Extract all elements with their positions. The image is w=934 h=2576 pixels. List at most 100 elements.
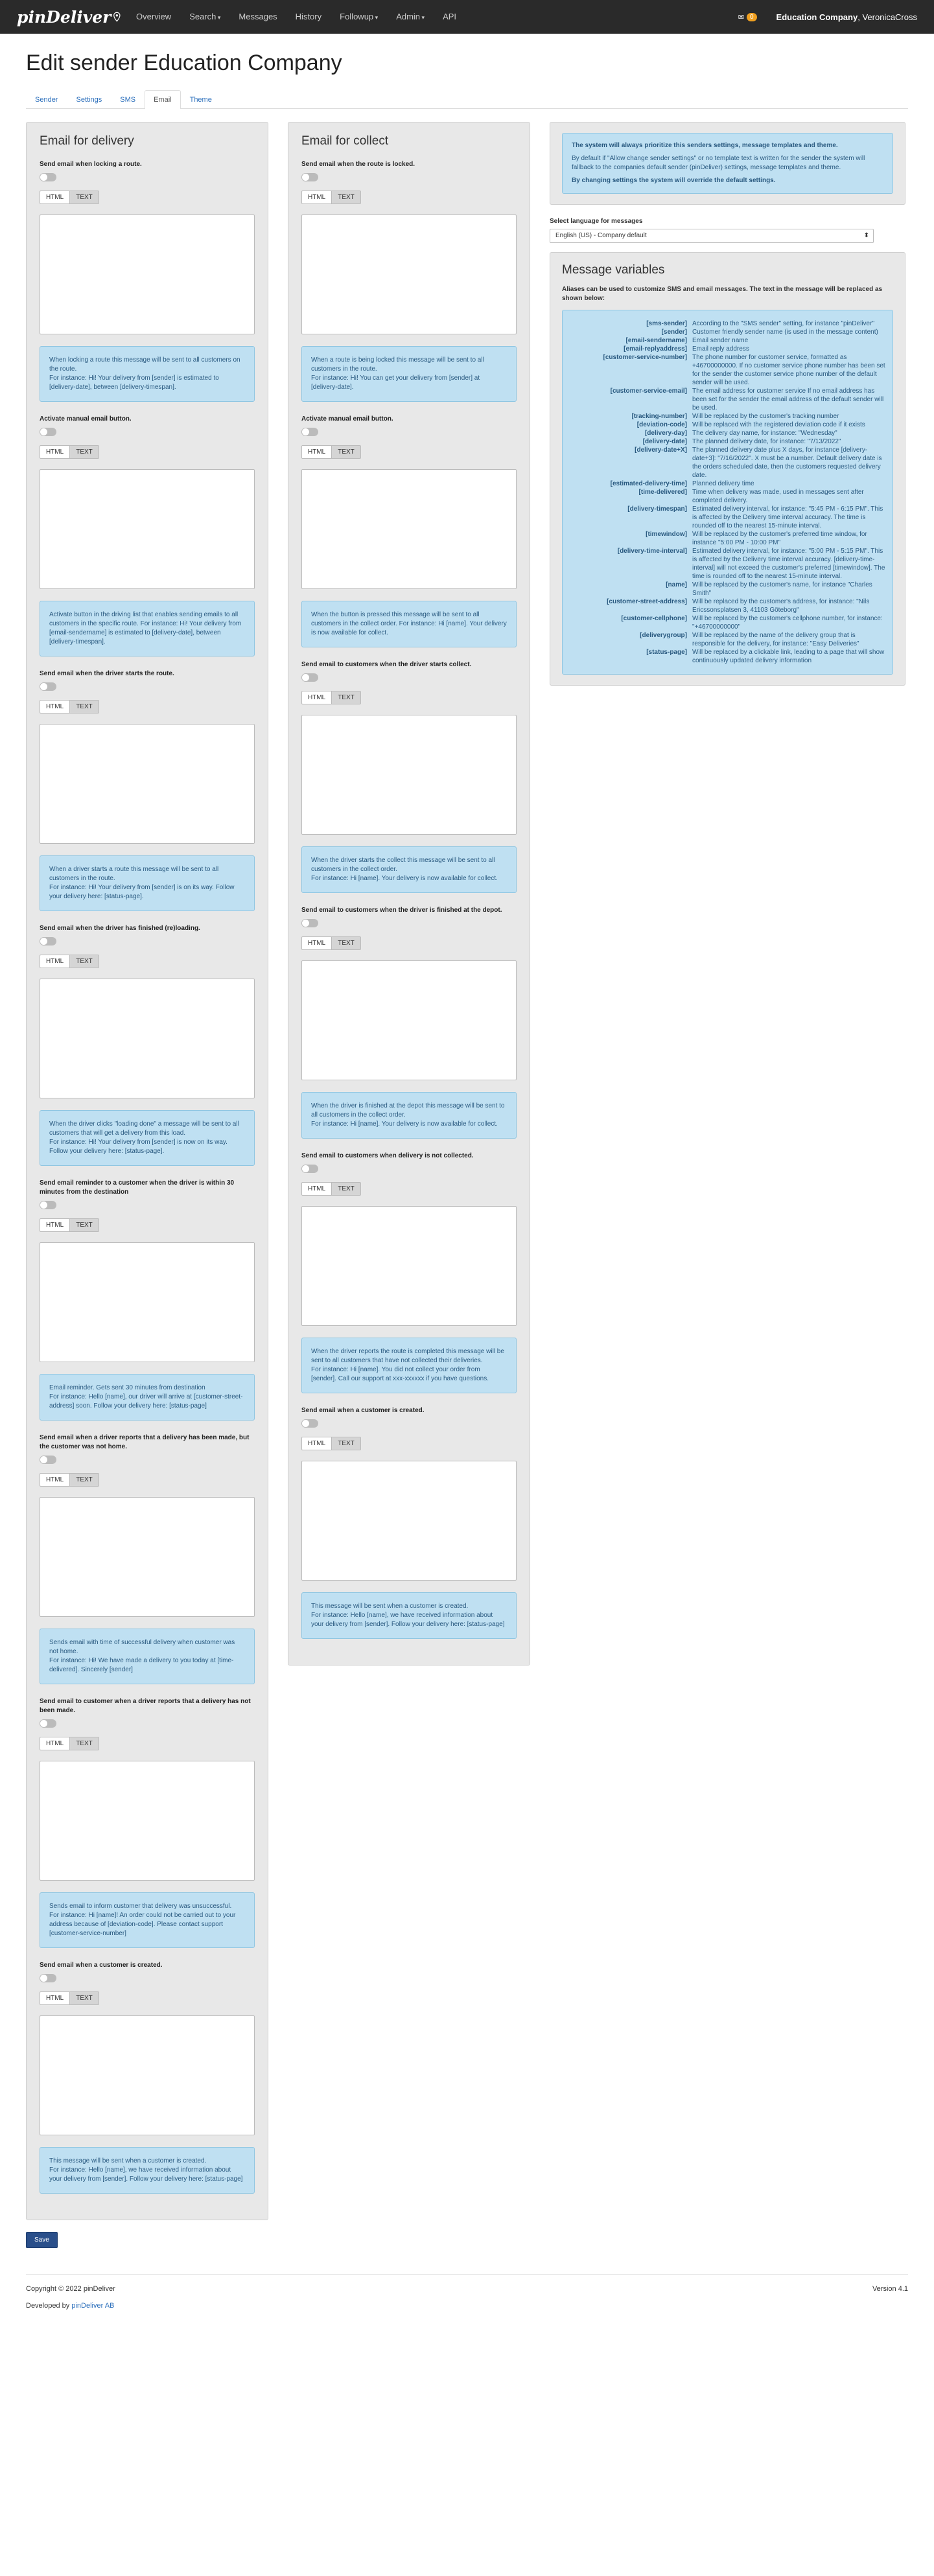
info-box: When the driver clicks "loading done" a …: [40, 1110, 255, 1166]
info-line: Sends email to inform customer that deli…: [49, 1903, 232, 1910]
nav-search[interactable]: Search: [180, 0, 229, 34]
format-toggle: HTML TEXT: [301, 691, 517, 704]
message-textarea[interactable]: [301, 215, 517, 334]
text-button[interactable]: TEXT: [332, 1437, 361, 1450]
message-textarea[interactable]: [40, 1497, 255, 1617]
text-button[interactable]: TEXT: [70, 1218, 99, 1232]
tab-email[interactable]: Email: [145, 90, 181, 109]
collect-title: Email for collect: [301, 134, 389, 148]
tab-theme[interactable]: Theme: [181, 90, 221, 108]
html-button[interactable]: HTML: [40, 1737, 71, 1750]
nav-followup[interactable]: Followup: [331, 0, 387, 34]
language-select[interactable]: English (US) - Company default: [550, 229, 874, 243]
tab-sms[interactable]: SMS: [111, 90, 145, 108]
enable-toggle[interactable]: [301, 1165, 318, 1173]
message-textarea[interactable]: [40, 215, 255, 334]
variable-row: [delivery-day] The delivery day name, for…: [569, 429, 886, 437]
priority-notice: The system will always prioritize this s…: [562, 133, 893, 194]
html-button[interactable]: HTML: [40, 1473, 71, 1487]
html-button[interactable]: HTML: [301, 445, 333, 459]
enable-toggle[interactable]: [301, 919, 318, 927]
nav-admin[interactable]: Admin: [387, 0, 434, 34]
variable-key: [delivery-timespan]: [627, 505, 687, 513]
enable-toggle[interactable]: [301, 173, 318, 181]
save-button[interactable]: Save: [26, 2232, 58, 2248]
collect-section: Send email when a customer is created. HT…: [301, 1406, 517, 1639]
enable-toggle[interactable]: [40, 1201, 56, 1209]
notifications[interactable]: ✉ 0: [738, 12, 757, 21]
variable-row: [status-page] Will be replaced by a click…: [569, 648, 886, 665]
text-button[interactable]: TEXT: [70, 191, 99, 204]
text-button[interactable]: TEXT: [70, 700, 99, 714]
text-button[interactable]: TEXT: [332, 191, 361, 204]
enable-toggle[interactable]: [301, 673, 318, 682]
enable-toggle[interactable]: [40, 173, 56, 181]
section-label: Send email to customers when delivery is…: [301, 1152, 474, 1159]
info-line: When the driver is finished at the depot…: [311, 1102, 505, 1119]
account-menu[interactable]: Education Company, VeronicaCross: [776, 12, 917, 22]
html-button[interactable]: HTML: [301, 1437, 333, 1450]
message-textarea[interactable]: [40, 2015, 255, 2135]
nav-messages[interactable]: Messages: [229, 0, 286, 34]
enable-toggle[interactable]: [301, 1419, 318, 1428]
page-title: Edit sender Education Company: [26, 51, 342, 75]
text-button[interactable]: TEXT: [70, 445, 99, 459]
html-button[interactable]: HTML: [40, 955, 71, 968]
message-textarea[interactable]: [301, 1206, 517, 1326]
enable-toggle[interactable]: [40, 1456, 56, 1464]
nav-api[interactable]: API: [434, 0, 465, 34]
message-textarea[interactable]: [40, 1242, 255, 1362]
enable-toggle[interactable]: [40, 682, 56, 691]
message-textarea[interactable]: [40, 469, 255, 589]
enable-toggle[interactable]: [301, 428, 318, 436]
message-textarea[interactable]: [301, 715, 517, 835]
notice-text: By default if "Allow change sender setti…: [572, 155, 865, 171]
section-label: Send email when the route is locked.: [301, 161, 415, 168]
format-toggle: HTML TEXT: [301, 445, 517, 459]
info-line: Activate button in the driving list that…: [49, 611, 242, 645]
message-textarea[interactable]: [40, 724, 255, 844]
message-textarea[interactable]: [40, 979, 255, 1098]
html-button[interactable]: HTML: [40, 191, 71, 204]
html-button[interactable]: HTML: [40, 700, 71, 714]
text-button[interactable]: TEXT: [70, 1473, 99, 1487]
html-button[interactable]: HTML: [301, 1182, 333, 1196]
text-button[interactable]: TEXT: [70, 1737, 99, 1750]
info-box: Sends email to inform customer that deli…: [40, 1892, 255, 1948]
logo[interactable]: pinDeliver: [17, 7, 121, 27]
developer-link[interactable]: pinDeliver AB: [71, 2302, 114, 2310]
format-toggle: HTML TEXT: [301, 1182, 517, 1196]
info-line: Sends email with time of successful deli…: [49, 1639, 235, 1655]
html-button[interactable]: HTML: [301, 936, 333, 950]
info-box: When the button is pressed this message …: [301, 601, 517, 647]
text-button[interactable]: TEXT: [332, 691, 361, 704]
enable-toggle[interactable]: [40, 1719, 56, 1728]
variable-desc: According to the "SMS sender" setting, f…: [692, 320, 875, 327]
delivery-title: Email for delivery: [40, 134, 134, 148]
enable-toggle[interactable]: [40, 937, 56, 946]
html-button[interactable]: HTML: [40, 445, 71, 459]
collect-section: Send email when the route is locked. HTML…: [301, 160, 517, 402]
user-name: VeronicaCross: [862, 12, 917, 22]
text-button[interactable]: TEXT: [70, 955, 99, 968]
section-label: Send email when a customer is created.: [40, 1962, 163, 1969]
text-button[interactable]: TEXT: [332, 936, 361, 950]
message-textarea[interactable]: [301, 1461, 517, 1581]
html-button[interactable]: HTML: [301, 191, 333, 204]
nav-history[interactable]: History: [286, 0, 331, 34]
html-button[interactable]: HTML: [301, 691, 333, 704]
message-textarea[interactable]: [301, 960, 517, 1080]
tab-sender[interactable]: Sender: [26, 90, 67, 108]
html-button[interactable]: HTML: [40, 1218, 71, 1232]
enable-toggle[interactable]: [40, 1974, 56, 1982]
html-button[interactable]: HTML: [40, 1991, 71, 2005]
company-name: Education Company: [776, 12, 858, 22]
message-textarea[interactable]: [40, 1761, 255, 1881]
message-textarea[interactable]: [301, 469, 517, 589]
text-button[interactable]: TEXT: [70, 1991, 99, 2005]
enable-toggle[interactable]: [40, 428, 56, 436]
tab-settings[interactable]: Settings: [67, 90, 111, 108]
text-button[interactable]: TEXT: [332, 1182, 361, 1196]
nav-overview[interactable]: Overview: [127, 0, 180, 34]
text-button[interactable]: TEXT: [332, 445, 361, 459]
